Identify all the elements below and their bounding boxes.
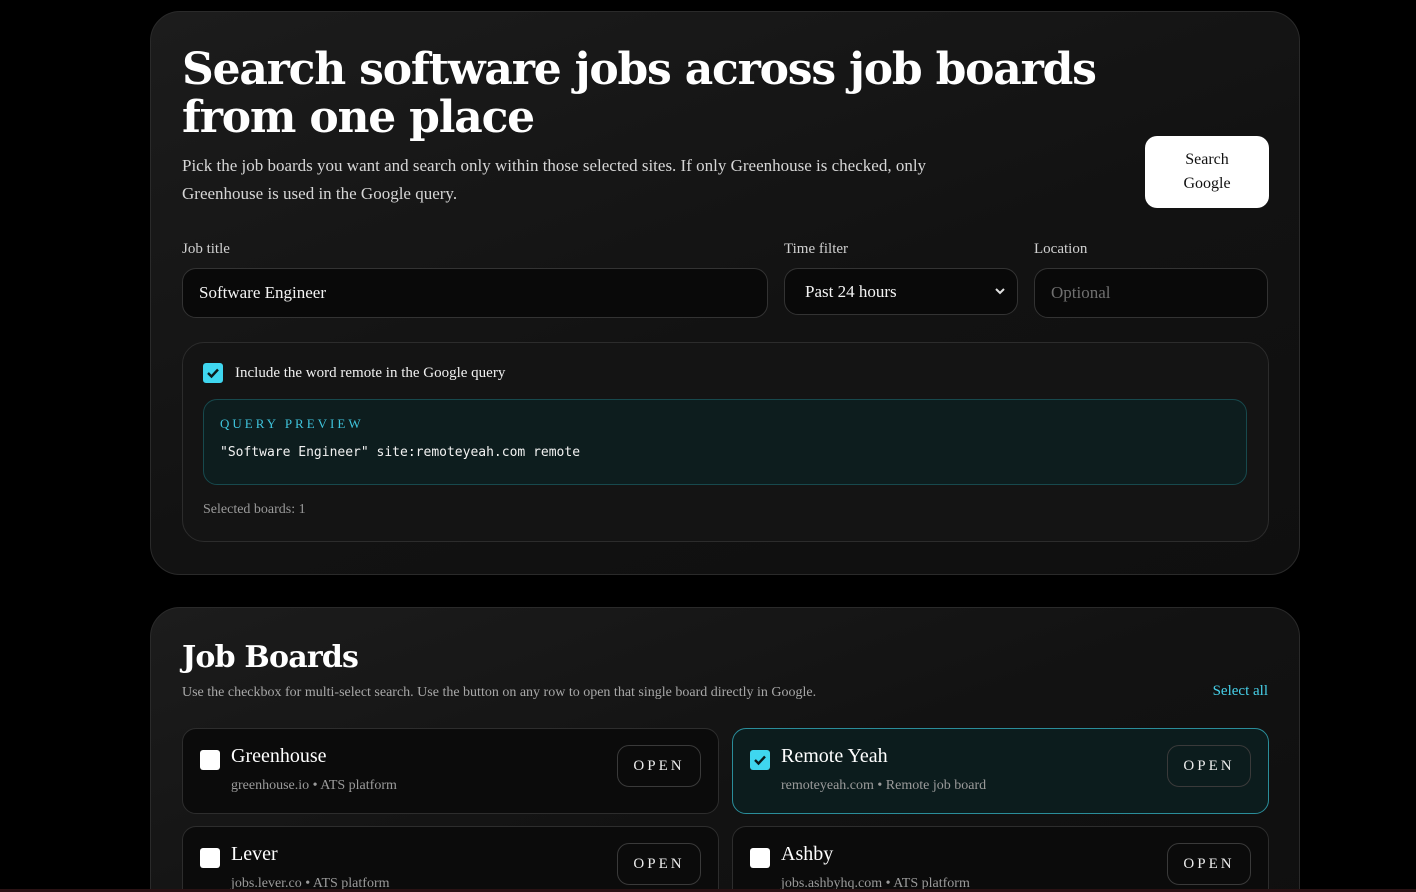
intro-text: Pick the job boards you want and search … xyxy=(182,156,927,203)
board-item-greenhouse[interactable]: Greenhouse greenhouse.io • ATS platform … xyxy=(182,728,719,814)
open-board-button[interactable]: OPEN xyxy=(1167,745,1251,787)
board-meta: remoteyeah.com • Remote job board xyxy=(781,778,987,793)
search-google-button[interactable]: Search Google xyxy=(1145,136,1269,208)
checkmark-icon xyxy=(754,755,766,766)
board-name: Greenhouse xyxy=(231,745,327,767)
query-preview-text: "Software Engineer" site:remoteyeah.com … xyxy=(220,445,581,460)
remote-checkbox[interactable] xyxy=(203,363,223,383)
query-preview: QUERY PREVIEW "Software Engineer" site:r… xyxy=(203,399,1247,485)
select-all-link[interactable]: Select all xyxy=(1213,683,1268,700)
board-checkbox[interactable] xyxy=(750,848,770,868)
job-title-label: Job title xyxy=(182,241,230,257)
open-board-button[interactable]: OPEN xyxy=(1167,843,1251,885)
search-card: Search software jobs across job boards f… xyxy=(150,11,1300,575)
board-name: Remote Yeah xyxy=(781,745,888,767)
selected-boards-count: Selected boards: 1 xyxy=(203,502,306,517)
chevron-down-icon xyxy=(995,284,1005,299)
board-item-ashby[interactable]: Ashby jobs.ashbyhq.com • ATS platform OP… xyxy=(732,826,1269,892)
open-board-button[interactable]: OPEN xyxy=(617,843,701,885)
time-filter-value: Past 24 hours xyxy=(805,281,897,301)
time-filter-select[interactable]: Past 24 hours xyxy=(784,268,1018,315)
job-title-value: Software Engineer xyxy=(199,283,326,302)
board-name: Ashby xyxy=(781,843,834,865)
board-checkbox[interactable] xyxy=(200,750,220,770)
board-checkbox[interactable] xyxy=(200,848,220,868)
remote-option[interactable]: Include the word remote in the Google qu… xyxy=(203,363,505,383)
page-title: Search software jobs across job boards f… xyxy=(182,44,1097,143)
query-preview-label: QUERY PREVIEW xyxy=(220,416,364,431)
board-item-lever[interactable]: Lever jobs.lever.co • ATS platform OPEN xyxy=(182,826,719,892)
location-input[interactable]: Optional xyxy=(1034,268,1268,318)
query-options-panel: Include the word remote in the Google qu… xyxy=(182,342,1269,542)
location-placeholder: Optional xyxy=(1051,283,1111,302)
location-label: Location xyxy=(1034,241,1088,257)
checkmark-icon xyxy=(207,368,219,379)
time-filter-label: Time filter xyxy=(784,241,849,257)
remote-checkbox-label: Include the word remote in the Google qu… xyxy=(235,364,506,381)
job-boards-title: Job Boards xyxy=(182,640,359,675)
job-title-input[interactable]: Software Engineer xyxy=(182,268,768,318)
board-item-remote-yeah[interactable]: Remote Yeah remoteyeah.com • Remote job … xyxy=(732,728,1269,814)
board-meta: greenhouse.io • ATS platform xyxy=(231,778,397,793)
job-boards-card: Job Boards Use the checkbox for multi-se… xyxy=(150,607,1300,892)
open-board-button[interactable]: OPEN xyxy=(617,745,701,787)
board-name: Lever xyxy=(231,843,278,865)
job-boards-subtitle: Use the checkbox for multi-select search… xyxy=(182,685,817,700)
board-checkbox[interactable] xyxy=(750,750,770,770)
